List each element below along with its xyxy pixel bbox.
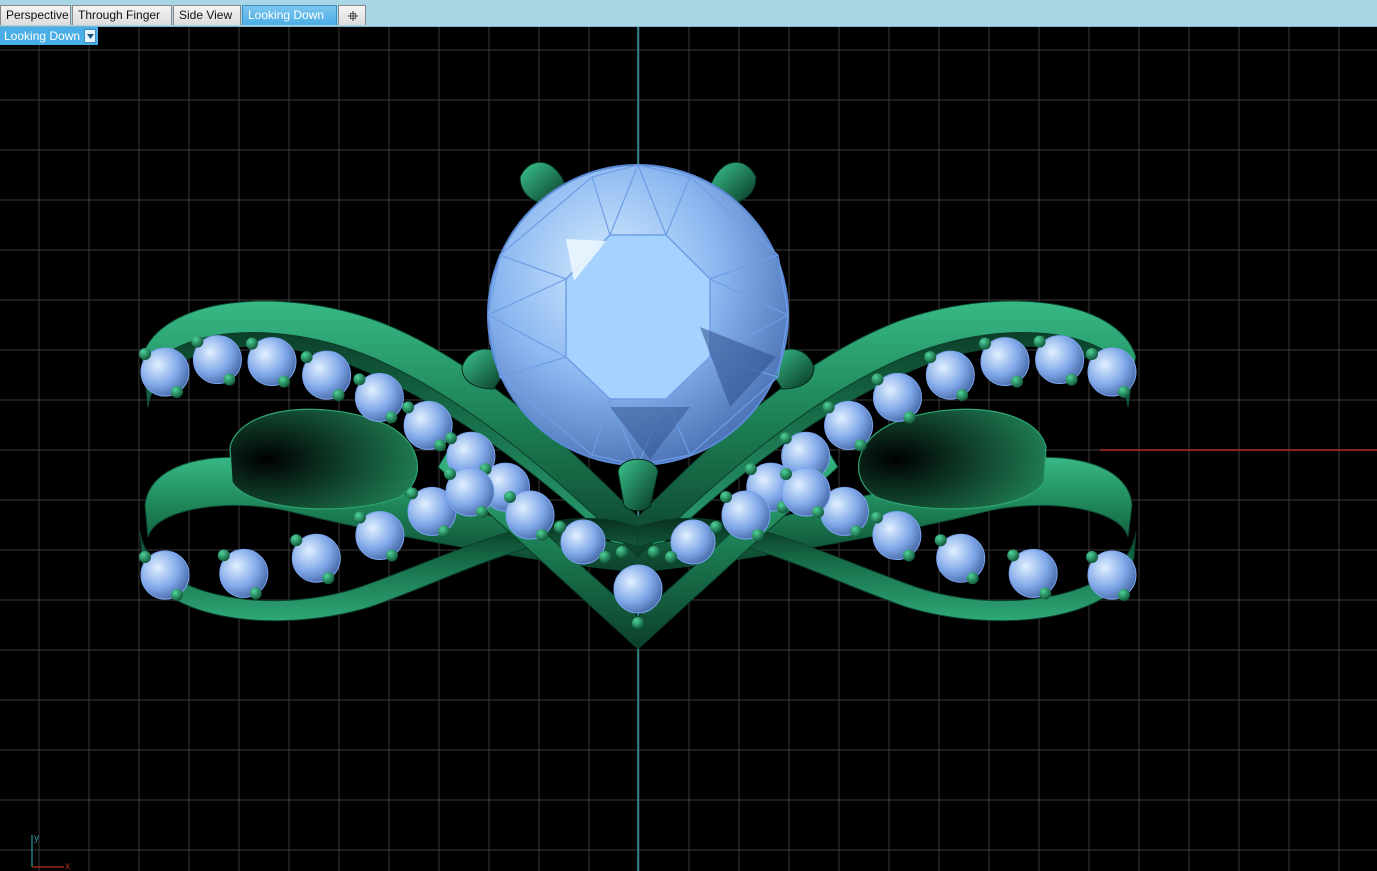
pave-stone bbox=[670, 519, 716, 565]
bead-prong bbox=[476, 506, 488, 518]
bead-prong bbox=[278, 375, 290, 388]
bead-prong bbox=[744, 463, 757, 476]
bead-prong bbox=[191, 335, 204, 348]
world-axis-icon: y x bbox=[31, 833, 70, 871]
bead-prong bbox=[223, 373, 236, 386]
axis-x-label: x bbox=[65, 861, 70, 871]
bead-prong bbox=[871, 373, 884, 386]
add-viewport-tab-button[interactable] bbox=[338, 5, 366, 25]
viewport-title-menu[interactable]: Looking Down bbox=[0, 27, 99, 45]
ring-model[interactable] bbox=[139, 161, 1377, 650]
viewport-menu-button[interactable] bbox=[84, 29, 97, 43]
bead-prong bbox=[402, 401, 415, 414]
bead-prong bbox=[720, 491, 732, 503]
bead-prong bbox=[438, 525, 450, 538]
pave-stone bbox=[560, 519, 606, 565]
bead-prong bbox=[290, 534, 303, 547]
bead-prong bbox=[812, 506, 824, 518]
tab-looking-down[interactable]: Looking Down bbox=[242, 5, 337, 25]
bead-prong bbox=[246, 337, 258, 350]
bead-prong bbox=[217, 549, 230, 562]
bead-prong bbox=[332, 389, 345, 402]
viewport-tab-bar: Perspective Through Finger Side View Loo… bbox=[0, 0, 1377, 27]
viewport-title: Looking Down bbox=[4, 29, 81, 43]
bead-prong bbox=[434, 439, 447, 452]
bead-prong bbox=[822, 401, 835, 414]
bead-prong bbox=[752, 529, 764, 541]
add-viewport-icon bbox=[348, 11, 358, 21]
bead-prong bbox=[353, 511, 366, 524]
bead-prong bbox=[710, 521, 722, 533]
tab-through-finger[interactable]: Through Finger bbox=[72, 5, 172, 25]
bead-prong bbox=[902, 549, 915, 562]
chevron-down-icon bbox=[87, 34, 95, 39]
bead-prong bbox=[322, 572, 335, 585]
bead-prong bbox=[353, 373, 366, 386]
bead-prong bbox=[599, 551, 611, 563]
bead-prong bbox=[779, 432, 792, 445]
bead-prong bbox=[979, 337, 991, 350]
bead-prong bbox=[1086, 348, 1098, 360]
bead-prong bbox=[385, 411, 398, 424]
looking-down-viewport[interactable]: Looking Down y x bbox=[0, 27, 1377, 871]
bead-prong bbox=[903, 411, 916, 424]
bead-prong bbox=[406, 487, 418, 500]
bead-prong bbox=[632, 617, 644, 629]
bead-prong bbox=[1086, 551, 1098, 563]
bead-prong bbox=[444, 432, 457, 445]
bead-prong bbox=[1033, 335, 1046, 348]
pave-stone bbox=[613, 564, 663, 614]
bead-prong bbox=[504, 491, 516, 503]
bead-prong bbox=[385, 549, 398, 562]
axis-y-label: y bbox=[34, 833, 39, 844]
bead-prong bbox=[870, 511, 883, 524]
bead-prong bbox=[139, 348, 151, 360]
bead-prong bbox=[1011, 375, 1023, 388]
bead-prong bbox=[934, 534, 947, 547]
bead-prong bbox=[966, 572, 979, 585]
bead-prong bbox=[665, 551, 677, 563]
bead-prong bbox=[924, 351, 937, 364]
bead-prong bbox=[536, 529, 548, 541]
bead-prong bbox=[171, 386, 183, 398]
bead-prong bbox=[850, 525, 863, 538]
bead-prong bbox=[780, 468, 792, 480]
bead-prong bbox=[616, 546, 628, 558]
bead-prong bbox=[139, 551, 151, 563]
bead-prong bbox=[554, 521, 566, 533]
bead-prong bbox=[1039, 587, 1052, 600]
bead-prong bbox=[956, 389, 969, 402]
viewport-scene[interactable] bbox=[0, 27, 1377, 871]
bead-prong bbox=[171, 589, 183, 601]
bead-prong bbox=[1118, 589, 1130, 601]
bead-prong bbox=[300, 351, 313, 364]
bead-prong bbox=[1118, 386, 1130, 398]
bead-prong bbox=[249, 587, 262, 600]
bead-prong bbox=[648, 546, 660, 558]
tab-side-view[interactable]: Side View bbox=[173, 5, 241, 25]
tab-perspective[interactable]: Perspective bbox=[0, 5, 71, 25]
bead-prong bbox=[1007, 549, 1020, 562]
bead-prong bbox=[1065, 373, 1078, 386]
bead-prong bbox=[854, 439, 867, 452]
bead-prong bbox=[444, 468, 456, 480]
center-stone bbox=[487, 164, 789, 466]
